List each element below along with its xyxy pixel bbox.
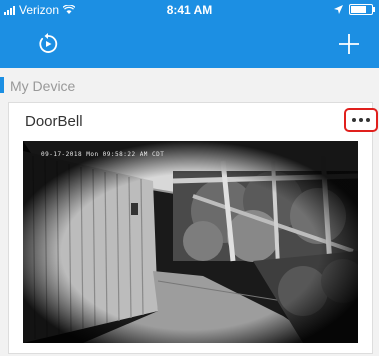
location-icon	[334, 5, 343, 14]
more-options-button[interactable]	[344, 108, 378, 132]
camera-preview[interactable]: 09-17-2018 Mon 09:58:22 AM CDT	[23, 141, 358, 343]
section-title: My Device	[10, 78, 76, 94]
replay-icon[interactable]	[36, 32, 60, 56]
more-dot	[359, 118, 363, 122]
plus-icon[interactable]	[337, 32, 361, 56]
section-header: My Device	[0, 72, 379, 98]
camera-timestamp: 09-17-2018 Mon 09:58:22 AM CDT	[41, 151, 165, 158]
more-dots-icon	[352, 118, 356, 122]
device-card[interactable]: DoorBell 09-17-2018 Mon 09:58:22 AM CDT	[8, 102, 378, 354]
status-right	[334, 4, 375, 15]
more-dot	[366, 118, 370, 122]
battery-icon	[349, 4, 375, 15]
camera-image	[23, 141, 358, 343]
device-name: DoorBell	[25, 113, 83, 130]
status-time: 8:41 AM	[166, 3, 213, 17]
navigation-bar	[0, 20, 379, 68]
status-bar: Verizon 8:41 AM	[0, 0, 379, 20]
section-accent-bar	[0, 77, 4, 93]
